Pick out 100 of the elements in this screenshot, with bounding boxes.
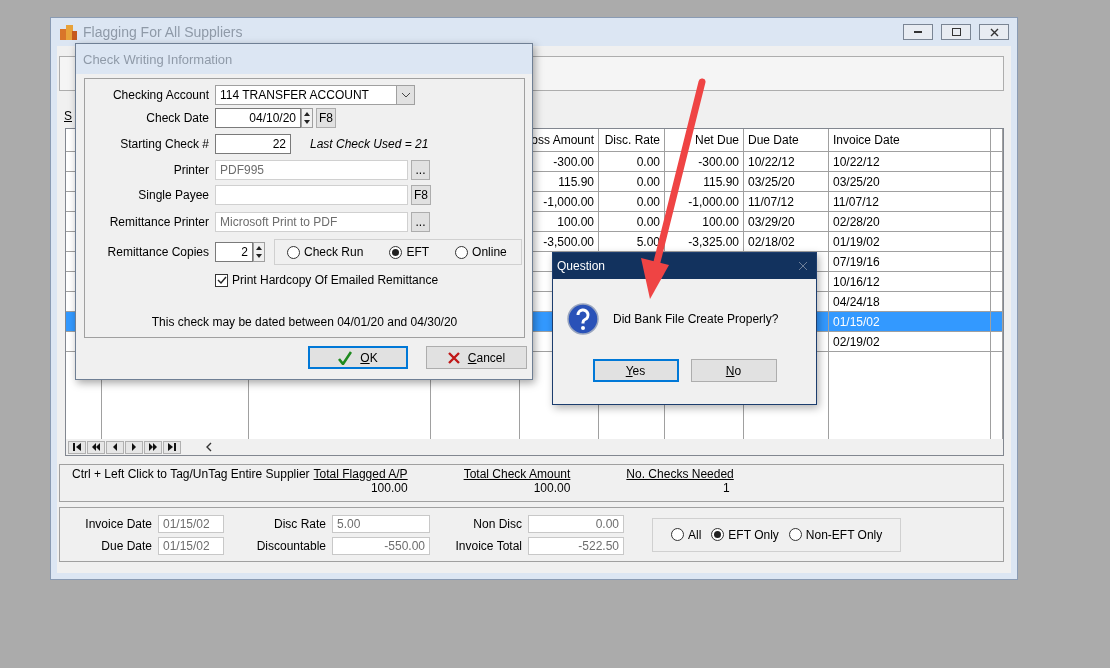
radio-button[interactable] [287,245,300,259]
payee-field[interactable] [215,184,408,205]
table-cell: -300.00 [665,152,744,171]
radio-button[interactable] [711,528,725,541]
column-header[interactable]: Net Due [665,129,744,151]
total-label: Total Check Amount [463,467,571,481]
no-button[interactable]: No [690,359,777,382]
radio-option[interactable]: All [671,527,702,542]
close-icon [989,27,999,37]
maximize-button[interactable] [941,24,971,40]
input-field[interactable]: 01/15/02 [158,514,224,533]
next-page-button[interactable] [144,440,162,454]
account-dropdown[interactable]: 114 TRANSFER ACCOUNT [215,85,415,105]
previous-button[interactable] [106,440,124,454]
f8-button[interactable]: F8 [316,108,336,128]
remittance-printer-field[interactable]: Microsoft Print to PDF [215,212,408,232]
table-cell: 10/22/12 [744,152,829,171]
input-field[interactable]: -522.50 [528,536,624,555]
horizontal-scrollbar[interactable] [66,439,1003,455]
ok-button[interactable]: OK [308,346,408,369]
field-label: Invoice Date [84,516,152,531]
browse-button[interactable]: ... [411,159,430,180]
table-cell: -3,325.00 [665,232,744,251]
input-field[interactable]: 0.00 [528,514,624,533]
window-title: Flagging For All Suppliers [83,24,244,40]
table-cell: -1,000.00 [665,192,744,211]
table-cell: 03/25/20 [744,172,829,191]
last-button[interactable] [163,440,181,454]
maximize-icon [951,28,961,36]
table-cell: 0.00 [599,152,665,171]
total-label: Total Flagged A/P [313,467,408,481]
checkbox[interactable] [215,273,228,287]
table-cell: 115.90 [665,172,744,191]
table-cell: 0.00 [599,212,665,231]
field-label: Discountable [255,538,326,553]
printer-field[interactable]: PDF995 [215,159,408,180]
date-field[interactable]: 04/10/20 [215,108,301,128]
yes-button[interactable]: Yes [592,359,679,382]
spin-buttons[interactable] [301,108,313,128]
field-label: Starting Check # [119,136,209,151]
radio-label: EFT Only [728,527,779,542]
dialog-title: Check Writing Information [83,51,233,67]
browse-button[interactable]: ... [411,212,430,232]
radio-label: Non-EFT Only [805,527,883,542]
radio-button[interactable] [389,245,403,259]
minimize-icon [914,30,922,34]
copies-field[interactable]: 2 [215,242,253,262]
column-header[interactable]: Due Date [744,129,829,151]
total-value: 1 [723,481,731,495]
cancel-button[interactable]: Cancel [426,346,527,369]
radio-button[interactable] [455,245,469,259]
question-icon [567,303,599,335]
column-header[interactable]: Disc. Rate [599,129,665,151]
next-button[interactable] [125,440,143,454]
first-button[interactable] [68,440,86,454]
last-icon [167,443,177,451]
table-cell: 04/24/18 [829,292,991,311]
table-cell: 0.00 [599,192,665,211]
field-label: Due Date [100,538,152,553]
input-field[interactable]: -550.00 [332,536,430,555]
spin-buttons[interactable] [253,242,265,262]
table-cell: 100.00 [665,212,744,231]
previous-page-button[interactable] [87,440,105,454]
input-field[interactable]: 5.00 [332,514,430,533]
checkmark-icon [216,275,227,285]
field-label: Check Date [145,111,209,125]
table-cell: 02/19/02 [829,332,991,351]
total-value: 100.00 [533,481,571,495]
radio-button[interactable] [671,528,684,541]
buildings-icon [59,24,77,40]
dropdown-button[interactable] [396,86,414,104]
chevron-down-icon [400,92,411,98]
close-icon[interactable] [798,261,808,271]
table-cell: 11/07/12 [829,192,991,211]
hardcopy-checkbox[interactable]: Print Hardcopy Of Emailed Remittance [215,273,524,287]
field-label: Remittance Printer [108,215,209,229]
radio-option[interactable]: Non-EFT Only [788,527,883,542]
section-label: S [64,109,72,123]
fast-forward-icon [148,443,158,451]
dialog-title: Question [557,259,606,273]
last-check-note: Last Check Used = 21 [310,136,429,151]
table-cell: 02/28/20 [829,212,991,231]
table-cell: 07/19/16 [829,252,991,271]
field-label: Non Disc [472,516,522,531]
table-cell: 01/15/02 [829,312,991,331]
input-field[interactable]: 01/15/02 [158,536,224,555]
radio-button[interactable] [788,528,802,541]
total-label: No. Checks Needed [626,467,734,481]
minimize-button[interactable] [903,24,933,40]
table-cell: 03/25/20 [829,172,991,191]
column-header[interactable]: Invoice Date [829,129,991,151]
radio-option[interactable]: EFT Only [711,527,779,542]
scroll-left-icon[interactable] [205,442,213,452]
table-cell: 10/16/12 [829,272,991,291]
table-cell: 02/18/02 [744,232,829,251]
date-range-note: This check may be dated between 04/01/20 and 04/30/20 [151,315,458,329]
check-number-field[interactable]: 22 [215,133,291,154]
right-triangle-icon [129,443,139,451]
close-button[interactable] [979,24,1009,40]
f8-button[interactable]: F8 [411,184,431,205]
